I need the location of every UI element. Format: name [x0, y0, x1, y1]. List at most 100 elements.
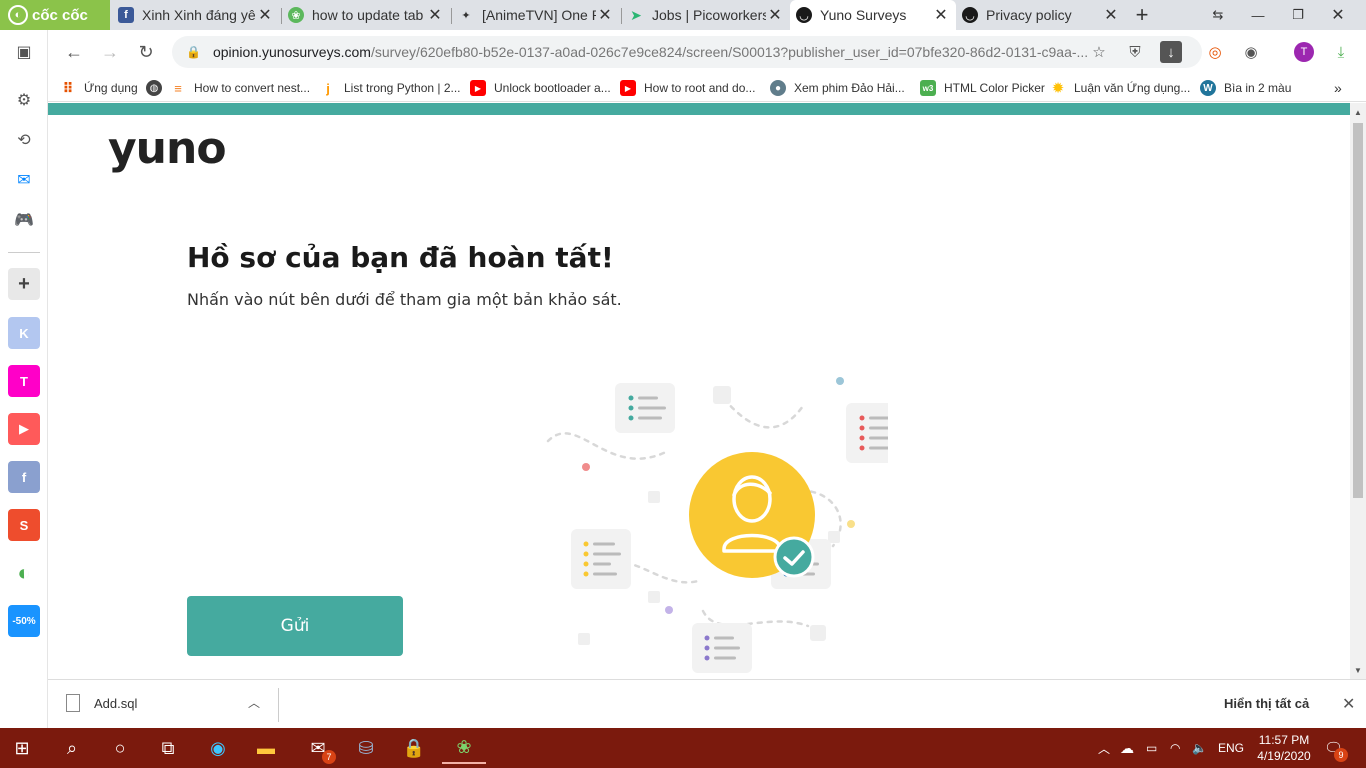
bookmark-bia-in[interactable]: W Bìa in 2 màu — [1200, 79, 1291, 97]
cortana-icon[interactable]: ○ — [98, 732, 142, 764]
task-view-icon[interactable]: ⧉ — [146, 732, 190, 764]
bookmark-label: How to convert nest... — [194, 81, 311, 95]
language-indicator[interactable]: ENG — [1218, 728, 1244, 768]
close-icon[interactable]: ✕ — [932, 6, 950, 24]
bookmark-apps[interactable]: ⠿ Ứng dụng — [60, 79, 138, 97]
history-icon[interactable]: ⟲ — [12, 128, 36, 152]
submit-button[interactable]: Gửi — [187, 596, 403, 656]
scroll-thumb[interactable] — [1353, 123, 1363, 498]
side-panel-divider — [8, 252, 40, 253]
download-item[interactable]: Add.sql — [66, 694, 137, 712]
bookmark-how-to-root[interactable]: ▶ How to root and do... — [620, 79, 755, 97]
tab-privacy-policy[interactable]: ◡ Privacy policy ✕ — [956, 0, 1126, 30]
tab-animetvn[interactable]: ✦ [AnimeTVN] One P ✕ — [452, 0, 620, 30]
bookmark-globe[interactable]: ◍ — [146, 79, 170, 97]
bookmark-label: Unlock bootloader a... — [494, 81, 611, 95]
shield-icon[interactable]: ⛨ — [1124, 41, 1146, 63]
bookmarks-overflow-icon[interactable]: » — [1334, 79, 1342, 97]
coccoc-extension-icon[interactable]: ◎ — [1204, 41, 1226, 63]
mail-icon[interactable]: ✉ 7 — [296, 732, 340, 764]
vpn-lock-icon[interactable]: 🔒 — [392, 732, 436, 764]
bookmark-xem-phim[interactable]: ● Xem phim Đảo Hải... — [770, 79, 905, 97]
window-close-button[interactable]: ✕ — [1318, 0, 1358, 30]
youtube-icon: ▶ — [620, 80, 636, 96]
settings-gear-icon[interactable]: ⚙ — [12, 88, 36, 112]
messenger-icon[interactable]: ✉ — [12, 168, 36, 192]
search-icon[interactable]: ⌕ — [50, 732, 94, 764]
yuno-icon: ◡ — [796, 7, 812, 23]
forward-arrow-icon[interactable]: → — [98, 40, 122, 64]
minimize-button[interactable]: — — [1238, 0, 1278, 30]
lock-icon: 🔒 — [186, 45, 201, 59]
tab-title: how to update tab — [312, 7, 424, 23]
profile-avatar[interactable]: T — [1294, 42, 1314, 62]
chevron-up-icon[interactable]: ︿ — [248, 694, 260, 711]
bookmark-convert-nest[interactable]: ≡ How to convert nest... — [170, 79, 310, 97]
list-card-red — [846, 403, 888, 463]
back-arrow-icon[interactable]: ← — [62, 40, 86, 64]
scroll-up-icon[interactable]: ▲ — [1353, 107, 1363, 117]
file-explorer-icon[interactable]: ▬ — [244, 732, 288, 764]
tiki-app-icon[interactable]: -50% — [8, 605, 40, 637]
mysql-workbench-icon[interactable]: ⛁ — [344, 732, 388, 764]
close-icon[interactable]: ✕ — [596, 6, 614, 24]
bookmark-html-color-picker[interactable]: w3 HTML Color Picker — [920, 79, 1045, 97]
translate-icon[interactable]: ◉ — [1240, 41, 1262, 63]
bookmark-label: HTML Color Picker — [944, 81, 1045, 95]
close-icon[interactable]: ✕ — [766, 6, 784, 24]
yuno-logo[interactable]: yuno — [108, 123, 227, 174]
k-app-icon[interactable]: K — [8, 317, 40, 349]
close-icon[interactable]: ✕ — [1102, 6, 1120, 24]
windows-taskbar: ⊞ ⌕ ○ ⧉ ◉ ▬ ✉ 7 ⛁ 🔒 ❀ ︿ ☁ ▭ ◠ 🔈 ENG 11:5… — [0, 728, 1366, 768]
bookmark-star-icon[interactable]: ☆ — [1088, 41, 1110, 63]
coccoc-taskbar-icon[interactable]: ❀ — [442, 732, 486, 764]
wifi-icon[interactable]: ◠ — [1170, 728, 1180, 768]
add-app-button[interactable]: + — [8, 268, 40, 300]
onedrive-cloud-icon[interactable]: ☁ — [1120, 728, 1134, 768]
coccoc-logo-icon: ◐ — [8, 5, 28, 25]
bookmark-unlock-bootloader[interactable]: ▶ Unlock bootloader a... — [470, 79, 611, 97]
tab-title: Xinh Xinh đáng yê — [142, 7, 256, 23]
edge-browser-icon[interactable]: ◉ — [196, 732, 240, 764]
gamepad-icon[interactable]: 🎮 — [12, 208, 36, 232]
windows-start-icon[interactable]: ⊞ — [0, 732, 44, 764]
t-app-icon[interactable]: T — [8, 365, 40, 397]
close-icon[interactable]: ✕ — [426, 6, 444, 24]
tab-strip: ◐ cốc cốc f Xinh Xinh đáng yê ✕ ❀ how to… — [0, 0, 1366, 30]
sidebar-toggle-icon[interactable]: ▣ — [12, 40, 36, 64]
scroll-down-icon[interactable]: ▼ — [1353, 665, 1363, 675]
volume-icon[interactable]: 🔈 — [1192, 728, 1207, 768]
tab-xinh-xinh[interactable]: f Xinh Xinh đáng yê ✕ — [112, 0, 280, 30]
reload-icon[interactable]: ↻ — [134, 40, 158, 64]
coccoc-brand-button[interactable]: ◐ cốc cốc — [0, 0, 110, 30]
address-bar[interactable]: 🔒 opinion.yunosurveys.com /survey/620efb… — [172, 36, 1202, 68]
battery-icon[interactable]: ▭ — [1146, 728, 1157, 768]
facebook-app-icon[interactable]: f — [8, 461, 40, 493]
shopee-app-icon[interactable]: S — [8, 509, 40, 541]
deco-square — [828, 531, 840, 543]
system-clock[interactable]: 11:57 PM 4/19/2020 — [1252, 732, 1316, 764]
globe-icon: ◍ — [146, 80, 162, 96]
tab-how-to-update[interactable]: ❀ how to update tab ✕ — [282, 0, 450, 30]
page-title: Hồ sơ của bạn đã hoàn tất! — [187, 241, 614, 274]
restore-button[interactable]: ❐ — [1278, 0, 1318, 30]
download-icon[interactable]: ↓ — [1160, 41, 1182, 63]
deco-dot — [582, 463, 590, 471]
page-scrollbar[interactable]: ▲ ▼ — [1350, 103, 1366, 679]
close-icon[interactable]: ✕ — [1342, 694, 1355, 714]
bookmark-list-python[interactable]: j List trong Python | 2... — [320, 79, 460, 97]
new-tab-button[interactable]: + — [1130, 2, 1154, 27]
tab-yuno-surveys[interactable]: ◡ Yuno Surveys ✕ — [790, 0, 956, 30]
notification-badge: 9 — [1334, 748, 1348, 762]
deco-square — [648, 591, 660, 603]
bookmark-luan-van[interactable]: ✹ Luận văn Ứng dụng... — [1050, 79, 1191, 97]
close-icon[interactable]: ✕ — [256, 6, 274, 24]
download-arrow-icon[interactable]: ⤓ — [1330, 41, 1352, 63]
youtube-app-icon[interactable]: ▶ — [8, 413, 40, 445]
coccoc-app-icon[interactable]: ◐ — [8, 557, 40, 589]
mail-badge: 7 — [322, 750, 336, 764]
tab-search-icon[interactable]: ⇆ — [1198, 0, 1238, 30]
tray-chevron-up-icon[interactable]: ︿ — [1098, 728, 1110, 768]
tab-picoworkers[interactable]: ➤ Jobs | Picoworkers ✕ — [622, 0, 790, 30]
show-all-downloads-link[interactable]: Hiển thị tất cả — [1224, 696, 1309, 711]
